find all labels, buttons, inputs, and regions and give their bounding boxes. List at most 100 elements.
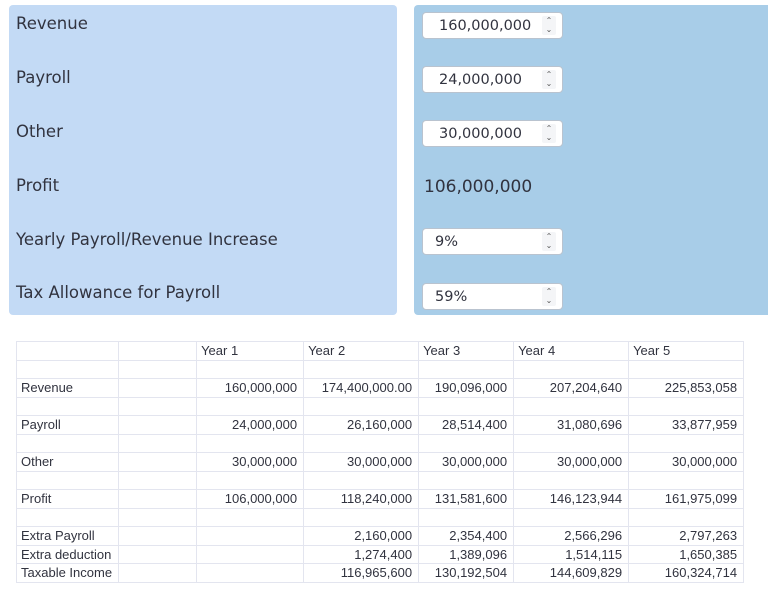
payroll-input[interactable]: 24,000,000 ⌃ ⌄: [422, 66, 563, 93]
table-cell: [628, 470, 745, 490]
table-cell: [196, 507, 305, 527]
table-cell: 161,975,099: [628, 489, 745, 509]
table-cell: 106,000,000: [196, 489, 305, 509]
other-value: 30,000,000: [439, 126, 523, 142]
increase-input[interactable]: 9% ⌃ ⌄: [422, 228, 563, 255]
table-cell: 26,160,000: [303, 415, 420, 435]
row-label: Revenue: [15, 378, 120, 398]
table-cell: 30,000,000: [303, 452, 420, 472]
empty-cell: [118, 544, 198, 564]
allowance-label: Tax Allowance for Payroll: [16, 283, 221, 302]
row-label: Extra deduction: [15, 544, 120, 564]
empty-cell: [118, 452, 198, 472]
table-cell: 33,877,959: [628, 415, 745, 435]
other-label: Other: [16, 122, 63, 141]
chevron-down-icon[interactable]: ⌄: [546, 241, 553, 250]
table-cell: 1,274,400: [303, 544, 420, 564]
column-header: Year 5: [628, 341, 745, 361]
table-cell: [196, 470, 305, 490]
column-header: [15, 341, 120, 361]
empty-cell: [118, 433, 198, 453]
other-stepper[interactable]: ⌃ ⌄: [542, 124, 556, 143]
chevron-down-icon[interactable]: ⌄: [546, 133, 553, 142]
chevron-up-icon[interactable]: ⌃: [546, 287, 553, 296]
revenue-stepper[interactable]: ⌃ ⌄: [542, 16, 556, 35]
chevron-up-icon[interactable]: ⌃: [546, 232, 553, 241]
empty-cell: [118, 526, 198, 546]
table-cell: 2,797,263: [628, 526, 745, 546]
chevron-up-icon[interactable]: ⌃: [546, 124, 553, 133]
table-cell: 144,609,829: [513, 563, 630, 583]
increase-stepper[interactable]: ⌃ ⌄: [542, 232, 556, 251]
inputs-label-panel: [9, 5, 397, 315]
empty-cell: [118, 396, 198, 416]
chevron-up-icon[interactable]: ⌃: [546, 70, 553, 79]
table-row: Payroll 24,000,000 26,160,000 28,514,400 31,…: [15, 415, 745, 435]
table-cell: 30,000,000: [513, 452, 630, 472]
table-cell: 225,853,058: [628, 378, 745, 398]
row-label: Payroll: [15, 415, 120, 435]
empty-cell: [118, 415, 198, 435]
table-cell: 160,000,000: [196, 378, 305, 398]
table-cell: [303, 470, 420, 490]
table-cell: [303, 396, 420, 416]
empty-cell: [118, 470, 198, 490]
table-cell: [196, 396, 305, 416]
increase-label: Yearly Payroll/Revenue Increase: [16, 230, 278, 249]
table-cell: [196, 544, 305, 564]
table-cell: 1,650,385: [628, 544, 745, 564]
row-label: Extra Payroll: [15, 526, 120, 546]
table-cell: 2,566,296: [513, 526, 630, 546]
row-label: [15, 359, 120, 379]
table-cell: [418, 470, 515, 490]
table-cell: [196, 563, 305, 583]
projection-table: Year 1 Year 2 Year 3 Year 4 Year 5 Revenue 16…: [15, 341, 745, 583]
empty-cell: [118, 507, 198, 527]
table-cell: 118,240,000: [303, 489, 420, 509]
table-cell: [418, 359, 515, 379]
table-cell: 2,354,400: [418, 526, 515, 546]
column-header: Year 1: [196, 341, 305, 361]
payroll-stepper[interactable]: ⌃ ⌄: [542, 70, 556, 89]
table-cell: [513, 396, 630, 416]
payroll-value: 24,000,000: [439, 72, 523, 88]
table-cell: 131,581,600: [418, 489, 515, 509]
table-cell: 1,514,115: [513, 544, 630, 564]
chevron-up-icon[interactable]: ⌃: [546, 16, 553, 25]
table-cell: 146,123,944: [513, 489, 630, 509]
table-cell: 174,400,000.00: [303, 378, 420, 398]
row-label: [15, 507, 120, 527]
empty-cell: [118, 489, 198, 509]
table-header-row: Year 1 Year 2 Year 3 Year 4 Year 5: [15, 341, 745, 361]
table-cell: [303, 433, 420, 453]
payroll-label: Payroll: [16, 68, 71, 87]
row-label: [15, 470, 120, 490]
table-cell: 130,192,504: [418, 563, 515, 583]
column-header: Year 3: [418, 341, 515, 361]
table-cell: 1,389,096: [418, 544, 515, 564]
table-cell: [196, 526, 305, 546]
table-row: Extra deduction 1,274,400 1,389,096 1,514,1…: [15, 544, 745, 564]
table-cell: 30,000,000: [628, 452, 745, 472]
table-cell: 28,514,400: [418, 415, 515, 435]
profit-label: Profit: [16, 176, 60, 195]
table-cell: [418, 396, 515, 416]
row-label: Other: [15, 452, 120, 472]
other-input[interactable]: 30,000,000 ⌃ ⌄: [422, 120, 563, 147]
chevron-down-icon[interactable]: ⌄: [546, 296, 553, 305]
allowance-input[interactable]: 59% ⌃ ⌄: [422, 283, 563, 310]
allowance-stepper[interactable]: ⌃ ⌄: [542, 287, 556, 306]
table-cell: 207,204,640: [513, 378, 630, 398]
revenue-value: 160,000,000: [439, 18, 532, 34]
table-cell: [513, 433, 630, 453]
column-header: Year 4: [513, 341, 630, 361]
spacer-row: [15, 433, 745, 453]
chevron-down-icon[interactable]: ⌄: [546, 25, 553, 34]
revenue-input[interactable]: 160,000,000 ⌃ ⌄: [422, 12, 563, 39]
chevron-down-icon[interactable]: ⌄: [546, 79, 553, 88]
table-row: Profit 106,000,000 118,240,000 131,581,600 1…: [15, 489, 745, 509]
table-row: Taxable Income 116,965,600 130,192,504 144,…: [15, 563, 745, 583]
empty-cell: [118, 378, 198, 398]
spacer-row: [15, 470, 745, 490]
table-cell: 160,324,714: [628, 563, 745, 583]
